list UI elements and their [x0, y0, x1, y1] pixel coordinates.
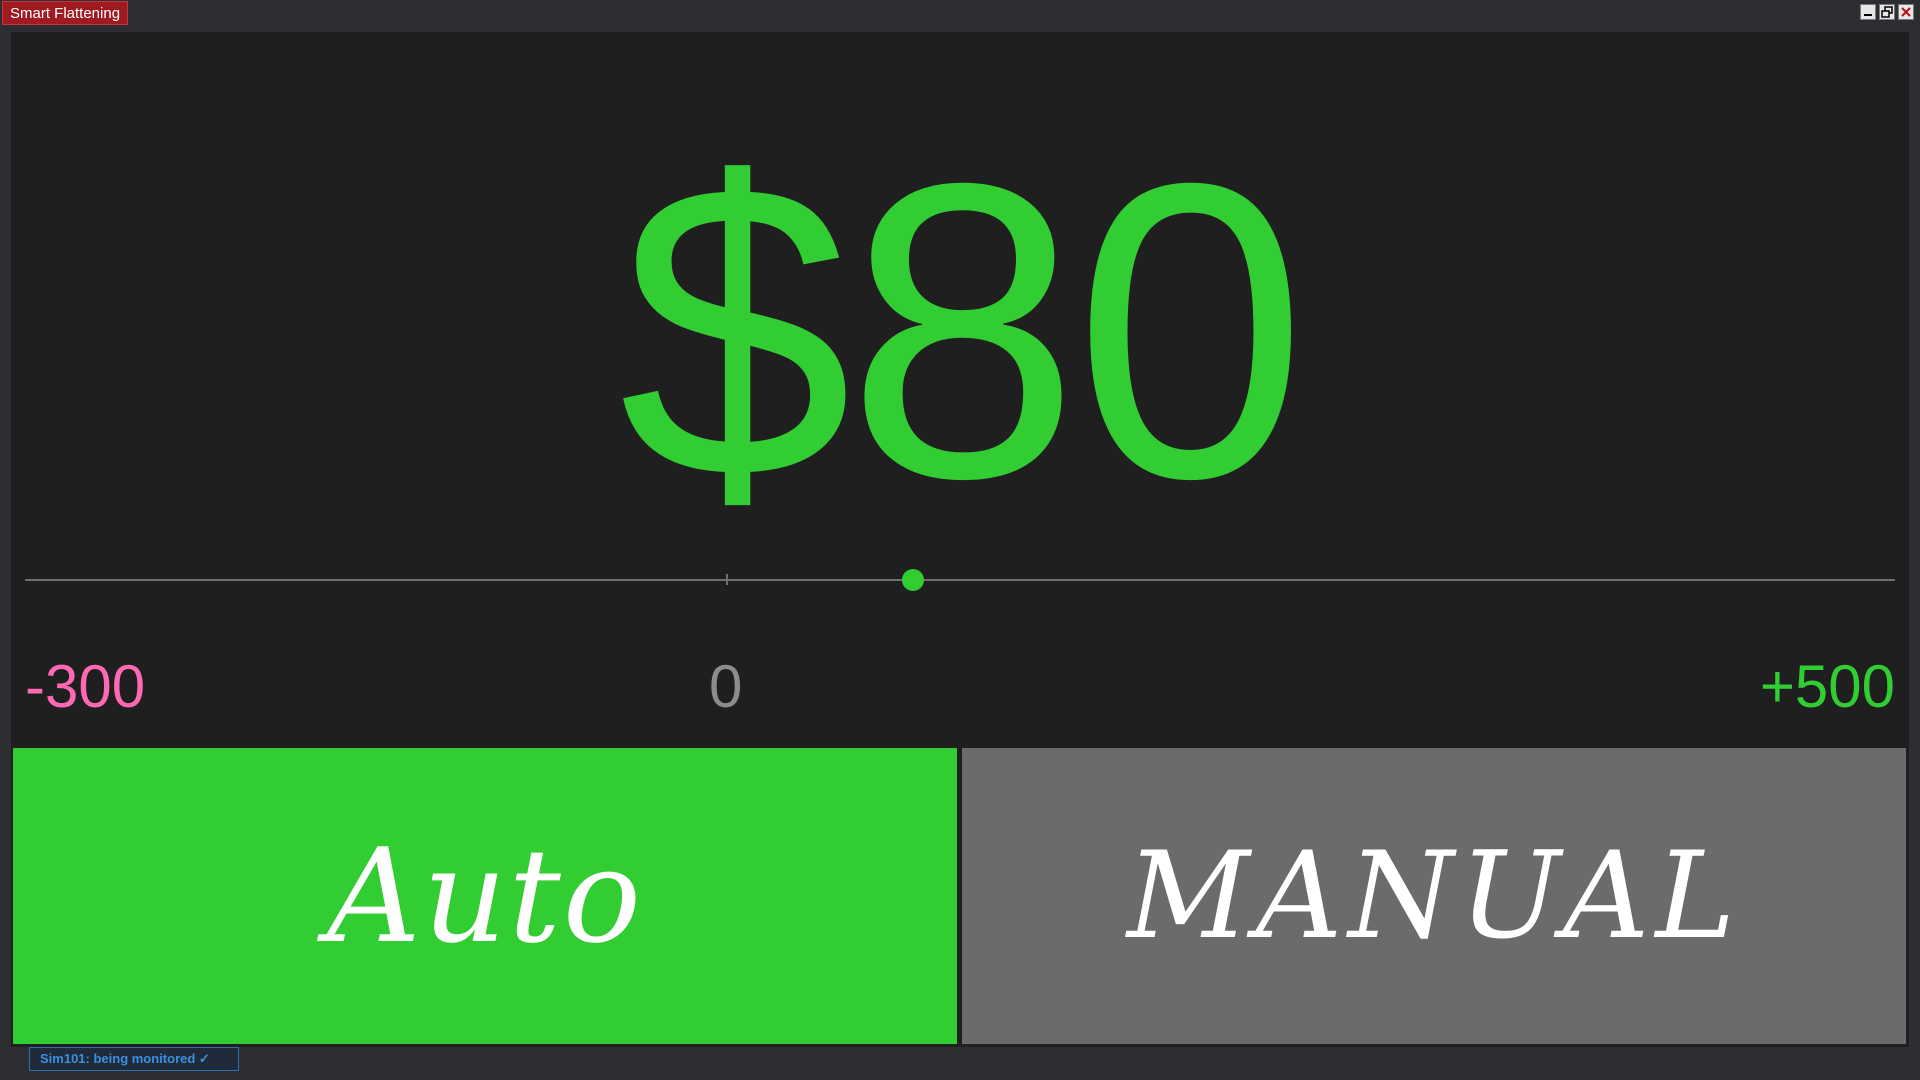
pnl-slider-thumb[interactable]: [902, 569, 925, 591]
close-icon[interactable]: [1898, 4, 1914, 20]
window-controls: [1860, 4, 1914, 22]
account-status-tab[interactable]: Sim101: being monitored ✓: [29, 1047, 239, 1071]
slider-min-label: -300: [25, 653, 146, 720]
manual-mode-button[interactable]: MANUAL: [962, 748, 1906, 1044]
slider-zero-tick: [726, 574, 728, 585]
flattening-panel: $80 -300 0 +500 Auto MANUAL: [11, 32, 1909, 1047]
minimize-icon[interactable]: [1860, 4, 1876, 20]
window-title[interactable]: Smart Flattening: [2, 1, 129, 25]
slider-zero-label: 0: [709, 653, 743, 720]
pnl-slider-track[interactable]: [25, 579, 1895, 581]
auto-mode-button[interactable]: Auto: [13, 748, 957, 1044]
restore-icon[interactable]: [1879, 4, 1895, 20]
slider-max-label: +500: [1759, 653, 1895, 720]
title-bar[interactable]: Smart Flattening: [0, 0, 1920, 27]
pnl-value: $80: [618, 97, 1308, 566]
app-window: Smart Flattening $80 -300 0 +500 Auto MA…: [0, 0, 1920, 1080]
